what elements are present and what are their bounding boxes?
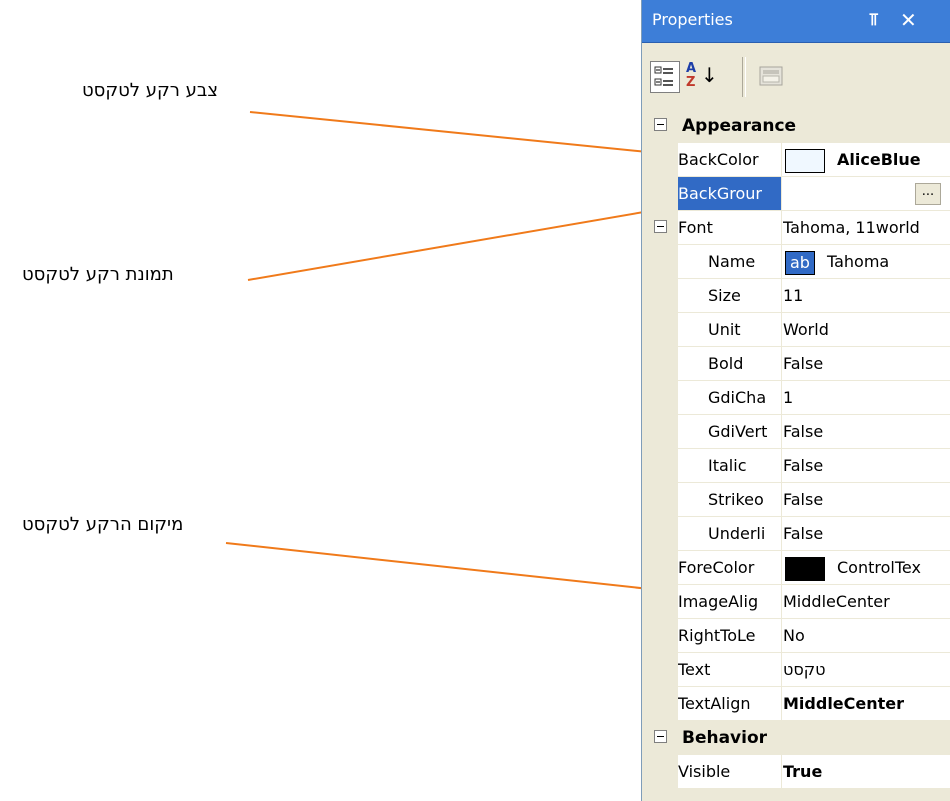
property-name: ImageAlig	[678, 585, 782, 618]
property-name: Italic	[708, 449, 782, 482]
property-name: Bold	[708, 347, 782, 380]
property-value[interactable]: ControlTex	[783, 551, 950, 584]
property-value[interactable]: MiddleCenter	[783, 687, 950, 720]
property-name: Name	[708, 245, 782, 278]
property-value[interactable]: MiddleCenter	[783, 585, 950, 618]
property-value[interactable]: ab Tahoma	[783, 245, 950, 278]
property-name: Underli	[708, 517, 782, 550]
property-value[interactable]: False	[783, 415, 950, 448]
property-pages-icon[interactable]	[757, 61, 787, 93]
property-row-font-italic[interactable]: Italic False	[642, 449, 950, 483]
az-a-letter: A	[686, 61, 697, 76]
property-row-backcolor[interactable]: BackColor AliceBlue	[642, 143, 950, 177]
property-name: Font	[678, 211, 782, 244]
browse-button[interactable]: ...	[915, 183, 941, 205]
toolbar-separator	[742, 57, 746, 97]
property-row-font-size[interactable]: Size 11	[642, 279, 950, 313]
property-value[interactable]: 1	[783, 381, 950, 414]
panel-title: Properties	[652, 10, 733, 29]
close-icon[interactable]: ✕	[900, 8, 917, 32]
property-name: Strikeo	[708, 483, 782, 516]
property-name: Unit	[708, 313, 782, 346]
property-name: GdiCha	[708, 381, 782, 414]
property-row-font-strikeout[interactable]: Strikeo False	[642, 483, 950, 517]
property-grid: Appearance BackColor AliceBlue BackGrour…	[642, 109, 950, 789]
alphabetical-icon[interactable]: A Z ↓	[684, 61, 718, 93]
property-name: TextAlign	[678, 687, 782, 720]
property-name: Text	[678, 653, 782, 686]
property-name: Size	[708, 279, 782, 312]
property-name: BackGrour	[678, 177, 782, 210]
property-value[interactable]: True	[783, 755, 950, 788]
property-name: ForeColor	[678, 551, 782, 584]
property-row-font-unit[interactable]: Unit World	[642, 313, 950, 347]
properties-title-bar: Properties ⫪ ✕	[642, 0, 950, 43]
property-name: BackColor	[678, 143, 782, 176]
property-value[interactable]: טקסט	[783, 653, 950, 686]
property-name: RightToLe	[678, 619, 782, 652]
property-name: Visible	[678, 755, 782, 788]
property-value[interactable]: 11	[783, 279, 950, 312]
property-row-backgroundimage[interactable]: BackGrour ...	[642, 177, 950, 211]
property-row-textalign[interactable]: TextAlign MiddleCenter	[642, 687, 950, 721]
property-value[interactable]: ...	[783, 177, 950, 210]
property-row-imagealign[interactable]: ImageAlig MiddleCenter	[642, 585, 950, 619]
property-row-font-gdivertical[interactable]: GdiVert False	[642, 415, 950, 449]
collapse-toggle-icon[interactable]	[654, 730, 667, 743]
property-row-font-bold[interactable]: Bold False	[642, 347, 950, 381]
properties-toolbar: A Z ↓	[642, 43, 950, 109]
collapse-toggle-icon[interactable]	[654, 118, 667, 131]
category-behavior[interactable]: Behavior	[642, 721, 950, 755]
category-appearance[interactable]: Appearance	[642, 109, 950, 143]
property-row-font-gdicharset[interactable]: GdiCha 1	[642, 381, 950, 415]
category-label: Appearance	[682, 116, 797, 136]
font-sample: ab	[785, 250, 815, 275]
pin-icon[interactable]: ⫪	[869, 10, 879, 30]
property-row-font-underline[interactable]: Underli False	[642, 517, 950, 551]
property-row-righttoleft[interactable]: RightToLe No	[642, 619, 950, 653]
backcolor-annotation: צבע רקע לטקסט	[82, 80, 219, 101]
categorized-icon[interactable]	[650, 61, 680, 93]
property-value[interactable]: False	[783, 517, 950, 550]
property-value[interactable]: No	[783, 619, 950, 652]
property-value[interactable]: Tahoma, 11world	[783, 211, 950, 244]
property-value[interactable]: False	[783, 449, 950, 482]
property-row-text[interactable]: Text טקסט	[642, 653, 950, 687]
property-row-font-name[interactable]: Name ab Tahoma	[642, 245, 950, 279]
backimage-arrow	[247, 201, 675, 281]
backimage-annotation: תמונת רקע לטקסט	[22, 264, 174, 285]
property-value[interactable]: False	[783, 483, 950, 516]
imagealign-arrow	[225, 542, 679, 599]
color-swatch	[785, 148, 825, 173]
property-value[interactable]: World	[783, 313, 950, 346]
az-z-letter: Z	[686, 75, 696, 90]
color-swatch	[785, 556, 825, 581]
property-row-font[interactable]: Font Tahoma, 11world	[642, 211, 950, 245]
property-row-visible[interactable]: Visible True	[642, 755, 950, 789]
properties-panel: Properties ⫪ ✕ A Z ↓ Appearance BackColo…	[641, 0, 950, 801]
sort-down-arrow-icon: ↓	[701, 63, 718, 87]
property-name: GdiVert	[708, 415, 782, 448]
backcolor-arrow	[249, 111, 679, 162]
property-value[interactable]: AliceBlue	[783, 143, 950, 176]
category-label: Behavior	[682, 728, 768, 748]
property-value[interactable]: False	[783, 347, 950, 380]
collapse-toggle-icon[interactable]	[654, 220, 667, 233]
imagealign-annotation: מיקום הרקע לטקסט	[22, 514, 184, 535]
property-row-forecolor[interactable]: ForeColor ControlTex	[642, 551, 950, 585]
